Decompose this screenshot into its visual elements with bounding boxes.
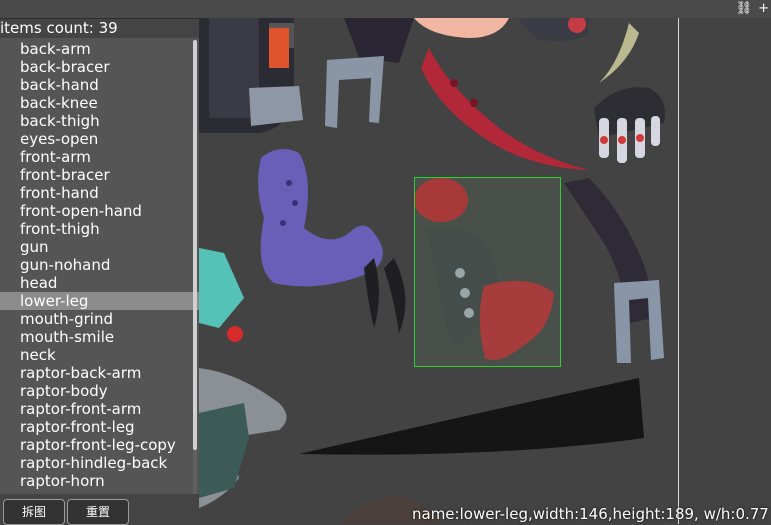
bottom-bar: 拆图 重置 <box>0 494 199 525</box>
list-item[interactable]: back-bracer <box>0 58 199 76</box>
reset-button[interactable]: 重置 <box>67 499 129 525</box>
list-item[interactable]: raptor-body <box>0 382 199 400</box>
list-scrollbar[interactable] <box>193 40 197 494</box>
list-item[interactable]: gun <box>0 238 199 256</box>
list-item[interactable]: raptor-front-arm <box>0 400 199 418</box>
list-item[interactable]: front-arm <box>0 148 199 166</box>
selection-info: name:lower-leg,width:146,height:189, w/h… <box>412 505 769 523</box>
list-item[interactable]: raptor-front-leg-copy <box>0 436 199 454</box>
plus-icon[interactable]: + <box>758 1 769 17</box>
list-item[interactable]: back-thigh <box>0 112 199 130</box>
list-item[interactable]: mouth-smile <box>0 328 199 346</box>
list-item[interactable]: raptor-hindleg-back <box>0 454 199 472</box>
sprite-list-panel[interactable]: back-arm back-bracer back-hand back-knee bac… <box>0 38 199 494</box>
list-item[interactable]: back-knee <box>0 94 199 112</box>
body-armor-sprite <box>199 368 287 508</box>
list-item[interactable]: eyes-open <box>0 130 199 148</box>
list-item[interactable]: mouth-grind <box>0 310 199 328</box>
link-icon[interactable]: ⛓ <box>736 1 753 17</box>
sprite-list: back-arm back-bracer back-hand back-knee bac… <box>0 38 199 490</box>
list-item[interactable]: neck <box>0 346 199 364</box>
list-item[interactable]: lower-leg <box>0 292 199 310</box>
armor-arm-sprite <box>199 18 303 133</box>
list-item[interactable]: head <box>0 274 199 292</box>
list-item[interactable]: back-arm <box>0 40 199 58</box>
list-item[interactable]: front-hand <box>0 184 199 202</box>
bracer-sprite <box>325 18 414 128</box>
list-scroll-thumb[interactable] <box>193 40 197 450</box>
list-item[interactable]: front-bracer <box>0 166 199 184</box>
list-item[interactable]: gun-nohand <box>0 256 199 274</box>
list-item[interactable]: raptor-front-leg <box>0 418 199 436</box>
raptor-leg-sprite <box>258 149 406 333</box>
strap-sprite <box>564 178 664 363</box>
split-button[interactable]: 拆图 <box>3 499 65 525</box>
canvas-divider <box>678 18 679 524</box>
top-icons: ⛓ + <box>736 1 769 17</box>
hand-sprite <box>594 87 665 163</box>
selection-box[interactable] <box>414 177 561 367</box>
list-item[interactable]: front-thigh <box>0 220 199 238</box>
list-item[interactable]: raptor-horn <box>0 472 199 490</box>
list-item[interactable]: raptor-back-arm <box>0 364 199 382</box>
top-toolbar: ⛓ + <box>0 0 771 19</box>
list-item[interactable]: back-hand <box>0 76 199 94</box>
list-item[interactable]: front-open-hand <box>0 202 199 220</box>
items-count-label: items count: 39 <box>0 19 118 37</box>
